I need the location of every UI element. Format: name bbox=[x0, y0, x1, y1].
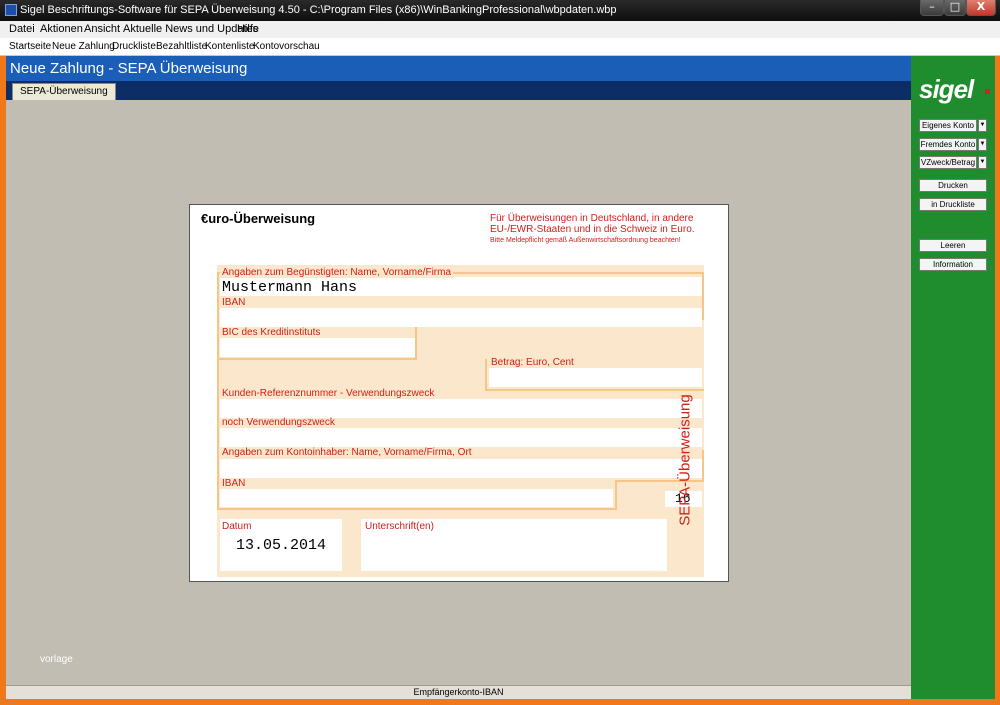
iban-field[interactable] bbox=[220, 308, 702, 327]
nav-startseite[interactable]: Startseite bbox=[9, 41, 51, 52]
iban-label: IBAN bbox=[222, 297, 246, 308]
sigel-logo: sigel bbox=[919, 74, 990, 105]
nav-kontovorschau[interactable]: Kontovorschau bbox=[253, 41, 320, 52]
page-header: Neue Zahlung - SEPA Überweisung bbox=[6, 56, 911, 81]
outline-right-upper bbox=[702, 272, 704, 318]
information-button[interactable]: Information bbox=[919, 258, 987, 271]
beneficiary-label: Angaben zum Begünstigten: Name, Vorname/… bbox=[220, 267, 454, 278]
outline-left bbox=[217, 272, 219, 509]
outline-amount-left bbox=[485, 359, 487, 391]
nav-druckliste[interactable]: Druckliste bbox=[112, 41, 156, 52]
status-text: Empfängerkonto-IBAN bbox=[413, 687, 504, 697]
chevron-down-icon[interactable]: ▼ bbox=[978, 156, 987, 169]
close-button[interactable]: X bbox=[966, 0, 996, 16]
reference-label: Kunden-Referenznummer - Verwendungszweck bbox=[222, 388, 435, 399]
signature-label: Unterschrift(en) bbox=[365, 521, 434, 532]
logo-dot bbox=[985, 89, 990, 94]
vertical-title-text: SEPA-Überweisung bbox=[676, 394, 694, 526]
amount-field[interactable] bbox=[489, 368, 702, 387]
reference2-field[interactable] bbox=[220, 428, 702, 447]
maximize-button[interactable]: □ bbox=[944, 0, 966, 16]
app-icon bbox=[5, 4, 17, 16]
payer-iban-field[interactable] bbox=[220, 489, 613, 507]
transfer-slip: Angaben zum Begünstigten: Name, Vorname/… bbox=[217, 265, 704, 577]
form-heading: €uro-Überweisung bbox=[201, 211, 316, 226]
page-title: Neue Zahlung - SEPA Überweisung bbox=[10, 60, 248, 77]
watermark-text: vorlage bbox=[40, 654, 73, 665]
status-bar: Empfängerkonto-IBAN bbox=[6, 685, 911, 699]
reference-field[interactable] bbox=[220, 399, 702, 418]
date-value: 13.05.2014 bbox=[236, 537, 327, 554]
nav-neue-zahlung[interactable]: Neue Zahlung bbox=[52, 41, 115, 52]
note-line-3: Bitte Meldepflicht gemäß Außenwirtschaft… bbox=[490, 237, 681, 244]
nav-kontenliste[interactable]: Kontenliste bbox=[205, 41, 254, 52]
outline-amount-bottom bbox=[485, 389, 704, 391]
minimize-button[interactable]: – bbox=[920, 0, 944, 16]
window-title: Sigel Beschriftungs-Software für SEPA Üb… bbox=[20, 4, 617, 16]
bic-field[interactable] bbox=[220, 338, 415, 357]
outline-bic-bottom bbox=[217, 358, 417, 360]
menu-ansicht[interactable]: Ansicht bbox=[84, 23, 120, 35]
transfer-form: €uro-Überweisung Für Überweisungen in De… bbox=[189, 204, 729, 582]
logo-text: sigel bbox=[919, 74, 974, 104]
menu-bar: Datei Aktionen Ansicht Aktuelle News und… bbox=[0, 21, 1000, 38]
outline-payer-right bbox=[702, 450, 704, 482]
nav-toolbar: Startseite Neue Zahlung Druckliste Bezah… bbox=[0, 38, 1000, 56]
note-line-1: Für Überweisungen in Deutschland, in and… bbox=[490, 213, 694, 224]
note-line-2: EU-/EWR-Staaten und in die Schweiz in Eu… bbox=[490, 224, 695, 235]
outline-iban-right bbox=[615, 480, 617, 510]
nav-bezahltliste[interactable]: Bezahltliste bbox=[156, 41, 207, 52]
form-note: Für Überweisungen in Deutschland, in and… bbox=[490, 213, 695, 246]
amount-label: Betrag: Euro, Cent bbox=[489, 357, 576, 368]
bic-label: BIC des Kreditinstituts bbox=[222, 327, 321, 338]
payer-field[interactable] bbox=[220, 459, 702, 478]
eigenes-konto-dropdown[interactable]: Eigenes Konto bbox=[919, 119, 977, 132]
payer-label: Angaben zum Kontoinhaber: Name, Vorname/… bbox=[222, 447, 472, 458]
sidebar: sigel Eigenes Konto ▼ Fremdes Konto ▼ VZ… bbox=[911, 56, 995, 699]
payer-iban-label: IBAN bbox=[222, 478, 246, 489]
title-bar: Sigel Beschriftungs-Software für SEPA Üb… bbox=[0, 0, 1000, 21]
outline-bottom bbox=[217, 508, 617, 510]
reference2-label: noch Verwendungszweck bbox=[222, 417, 335, 428]
window-border bbox=[995, 56, 1000, 705]
tab-sepa-ueberweisung[interactable]: SEPA-Überweisung bbox=[12, 83, 116, 100]
tab-strip: SEPA-Überweisung bbox=[6, 81, 911, 100]
vzweck-betrag-dropdown[interactable]: VZweck/Betrag bbox=[919, 156, 977, 169]
chevron-down-icon[interactable]: ▼ bbox=[978, 138, 987, 151]
workspace: €uro-Überweisung Für Überweisungen in De… bbox=[6, 100, 911, 685]
date-label: Datum bbox=[222, 521, 252, 532]
menu-hilfe[interactable]: Hilfe bbox=[237, 23, 259, 35]
fremdes-konto-dropdown[interactable]: Fremdes Konto bbox=[919, 138, 977, 151]
drucken-button[interactable]: Drucken bbox=[919, 179, 987, 192]
in-druckliste-button[interactable]: in Druckliste bbox=[919, 198, 987, 211]
leeren-button[interactable]: Leeren bbox=[919, 239, 987, 252]
beneficiary-value: Mustermann Hans bbox=[222, 279, 358, 296]
menu-datei[interactable]: Datei bbox=[9, 23, 35, 35]
menu-aktionen[interactable]: Aktionen bbox=[40, 23, 83, 35]
chevron-down-icon[interactable]: ▼ bbox=[978, 119, 987, 132]
